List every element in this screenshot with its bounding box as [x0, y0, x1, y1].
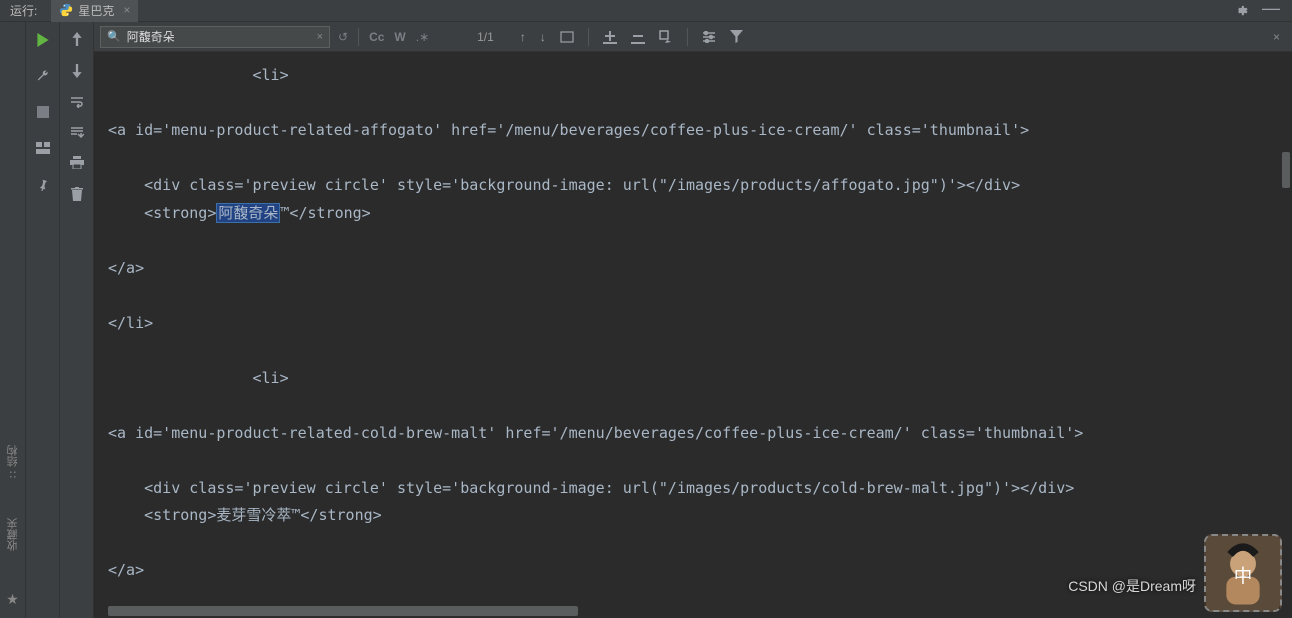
code-line: <div class='preview circle' style='backg…: [108, 479, 1074, 497]
bookmark-star-icon[interactable]: ★: [6, 591, 19, 608]
tab-close-icon[interactable]: ×: [123, 3, 130, 17]
horizontal-scrollbar[interactable]: [108, 606, 578, 616]
close-find-icon[interactable]: ×: [1273, 30, 1286, 44]
code-line: <div class='preview circle' style='backg…: [108, 176, 1020, 194]
select-window-icon[interactable]: [560, 31, 574, 43]
words-button[interactable]: W: [394, 30, 405, 44]
print-icon[interactable]: [70, 156, 84, 169]
settings-bars-icon[interactable]: [702, 31, 716, 43]
code-line: <li>: [108, 369, 289, 387]
structure-tab[interactable]: ∷结构: [5, 445, 21, 478]
separator: [358, 28, 359, 46]
history-icon[interactable]: ↺: [338, 30, 348, 44]
wrench-icon[interactable]: [35, 68, 51, 84]
separator: [687, 28, 688, 46]
add-selection-icon[interactable]: [603, 30, 617, 44]
remove-selection-icon[interactable]: [631, 30, 645, 44]
next-match-icon[interactable]: ↓: [540, 30, 546, 44]
console-output[interactable]: <li> <a id='menu-product-related-affogat…: [94, 52, 1292, 618]
match-highlight: 阿馥奇朵: [216, 203, 280, 223]
left-rail: ∷结构 收藏夹 ★: [0, 22, 26, 618]
svg-text:中: 中: [1234, 565, 1253, 586]
soft-wrap-icon[interactable]: [70, 96, 84, 108]
result-count: 1/1: [477, 30, 494, 44]
up-arrow-icon[interactable]: [71, 32, 83, 46]
match-case-button[interactable]: Cc: [369, 30, 384, 44]
top-bar: 运行: 星巴克 × —: [0, 0, 1292, 22]
code-line: </a>: [108, 259, 144, 277]
clear-search-icon[interactable]: ×: [317, 31, 323, 43]
favorites-tab[interactable]: 收藏夹: [5, 518, 21, 551]
run-play-icon[interactable]: [35, 32, 51, 48]
python-icon: [59, 3, 73, 17]
stop-icon[interactable]: [35, 104, 51, 120]
watermark: CSDN @是Dream呀 中: [1068, 534, 1282, 612]
code-line: <strong>: [108, 204, 216, 222]
vertical-scrollbar[interactable]: [1282, 152, 1290, 188]
find-input[interactable]: [127, 30, 311, 44]
code-line: <li>: [108, 66, 289, 84]
separator: [588, 28, 589, 46]
find-bar: 🔍 × ↺ Cc W .∗ 1/1 ↑ ↓: [94, 22, 1292, 52]
prev-match-icon[interactable]: ↑: [520, 30, 526, 44]
layout-icon[interactable]: [35, 140, 51, 156]
regex-button[interactable]: .∗: [416, 30, 429, 44]
watermark-text: CSDN @是Dream呀: [1068, 573, 1196, 613]
down-arrow-icon[interactable]: [71, 64, 83, 78]
avatar: 中: [1204, 534, 1282, 612]
run-toolbar: [26, 22, 60, 618]
run-tab[interactable]: 星巴克 ×: [51, 0, 138, 23]
scroll-end-icon[interactable]: [70, 126, 84, 138]
code-line: </a>: [108, 561, 144, 579]
pin-icon[interactable]: [35, 176, 51, 192]
select-all-icon[interactable]: [659, 30, 673, 44]
find-input-wrapper[interactable]: 🔍 ×: [100, 26, 330, 48]
console-toolbar: [60, 22, 94, 618]
settings-gear-icon[interactable]: [1233, 3, 1248, 18]
run-label: 运行:: [10, 2, 37, 19]
code-line: </li>: [108, 314, 153, 332]
trash-icon[interactable]: [71, 187, 83, 201]
filter-icon[interactable]: [730, 30, 743, 43]
code-line: <strong>麦芽雪冷萃™</strong>: [108, 506, 382, 524]
minimize-icon[interactable]: —: [1262, 3, 1280, 18]
code-line: <a id='menu-product-related-affogato' hr…: [108, 121, 1029, 139]
code-line: ™</strong>: [280, 204, 370, 222]
code-line: <a id='menu-product-related-cold-brew-ma…: [108, 424, 1083, 442]
search-icon: 🔍: [107, 30, 121, 43]
tab-label: 星巴克: [78, 2, 114, 19]
